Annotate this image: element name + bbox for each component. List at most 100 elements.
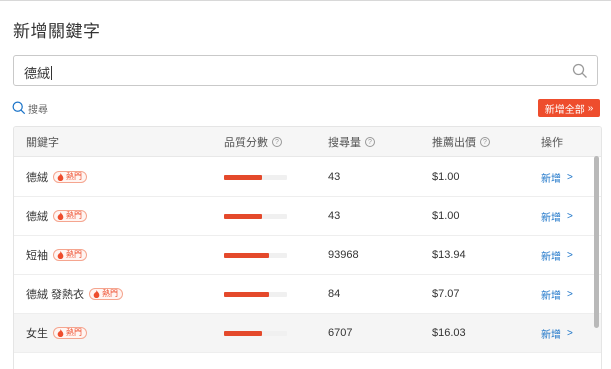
column-header-quality: 品質分數? — [224, 127, 282, 157]
volume-cell: 93968 — [328, 236, 359, 274]
volume-value: 43 — [328, 210, 341, 222]
add-all-button[interactable]: 新增全部» — [538, 99, 600, 117]
add-link-label: 新增 — [541, 212, 561, 224]
add-keyword-link[interactable]: 新增 > — [541, 314, 573, 352]
volume-value: 93968 — [328, 249, 359, 261]
bid-value: $7.07 — [432, 288, 460, 300]
table-row: 短袖 熱門 93968 $13.94 新增 > — [14, 236, 601, 275]
quality-score-fill — [224, 253, 269, 258]
bid-cell: $16.03 — [432, 314, 466, 352]
volume-cell: 84 — [328, 275, 340, 313]
column-header-keyword: 關鍵字 — [26, 127, 59, 157]
keyword-text: 短袖 — [26, 250, 48, 262]
add-keyword-link[interactable]: 新增 > — [541, 158, 573, 196]
table-header: 關鍵字 品質分數? 搜尋量? 推薦出價? 操作 — [14, 127, 601, 157]
quality-score-fill — [224, 292, 269, 297]
double-chevron-right-icon: » — [587, 102, 594, 114]
text-caret — [51, 66, 53, 80]
column-header-volume-label: 搜尋量 — [328, 137, 361, 149]
hot-badge-label: 熱門 — [66, 250, 82, 259]
table-row: 女生 熱門 6707 $16.03 新增 > — [14, 314, 601, 353]
volume-value: 84 — [328, 288, 341, 300]
quality-score-fill — [224, 175, 262, 180]
hot-badge-label: 熱門 — [102, 289, 119, 298]
add-link-label: 新增 — [541, 251, 561, 263]
hot-badge-label: 熱門 — [66, 172, 82, 181]
bid-value: $13.94 — [432, 249, 466, 261]
bid-cell: $13.94 — [432, 236, 466, 274]
add-keyword-link[interactable]: 新增 > — [541, 275, 573, 313]
keyword-cell: 德絨 發熱衣 熱門 — [26, 275, 124, 313]
search-link-label: 搜尋 — [28, 104, 48, 116]
quality-score-bar — [224, 331, 287, 336]
search-link[interactable]: 搜尋 — [12, 100, 48, 116]
help-circle-icon[interactable]: ? — [365, 137, 375, 147]
hot-badge: 熱門 — [53, 210, 87, 222]
top-divider — [0, 0, 611, 1]
add-keyword-link[interactable]: 新增 > — [541, 197, 573, 235]
flame-icon — [93, 290, 100, 298]
keyword-text: 德絨 發熱衣 — [26, 289, 85, 301]
volume-value: 6707 — [328, 327, 353, 339]
add-keyword-link[interactable]: 新增 > — [541, 236, 573, 274]
help-circle-icon[interactable]: ? — [480, 137, 490, 147]
quality-score-bar — [224, 175, 287, 180]
keyword-cell: 德絨 熱門 — [26, 158, 87, 196]
keyword-cell: 德絨 熱門 — [26, 197, 87, 235]
add-link-label: 新增 — [541, 173, 561, 185]
scrollbar-thumb[interactable] — [594, 156, 599, 328]
search-input-value: 德絨 — [24, 66, 51, 81]
hot-badge: 熱門 — [53, 249, 87, 261]
keyword-text: 女生 — [26, 328, 48, 340]
column-header-bid-label: 推薦出價 — [432, 137, 476, 149]
flame-icon — [57, 212, 64, 220]
column-header-action: 操作 — [541, 127, 563, 157]
quality-score-fill — [224, 214, 262, 219]
table-row: 德絨 發熱衣 熱門 84 $7.07 新增 > — [14, 275, 601, 314]
volume-cell: 43 — [328, 197, 340, 235]
bid-value: $16.03 — [432, 327, 466, 339]
bid-cell: $1.00 — [432, 197, 460, 235]
hot-badge-label: 熱門 — [66, 328, 82, 337]
column-header-quality-label: 品質分數 — [224, 137, 268, 149]
volume-value: 43 — [328, 171, 341, 183]
flame-icon — [57, 251, 64, 259]
column-header-bid: 推薦出價? — [432, 127, 490, 157]
flame-icon — [57, 173, 64, 181]
chevron-right-icon: > — [567, 210, 573, 222]
search-icon — [12, 101, 26, 115]
dialog-title: 新增關鍵字 — [13, 22, 101, 41]
quality-score-bar — [224, 292, 287, 297]
add-link-label: 新增 — [541, 329, 561, 341]
chevron-right-icon: > — [567, 327, 573, 339]
quality-score-bar — [224, 214, 287, 219]
bid-value: $1.00 — [432, 210, 460, 222]
quality-score-bar — [224, 253, 287, 258]
add-all-label: 新增全部 — [544, 104, 585, 116]
flame-icon — [57, 329, 64, 337]
keyword-table: 關鍵字 品質分數? 搜尋量? 推薦出價? 操作 德絨 熱門 43 $1.00 新增 > 德絨… — [13, 126, 602, 369]
help-circle-icon[interactable]: ? — [272, 137, 282, 147]
quality-score-fill — [224, 331, 262, 336]
chevron-right-icon: > — [567, 171, 573, 183]
bid-value: $1.00 — [432, 171, 460, 183]
volume-cell: 6707 — [328, 314, 352, 352]
keyword-search-input[interactable]: 德絨 — [13, 55, 598, 86]
keyword-cell: 短袖 熱門 — [26, 236, 87, 274]
keyword-text: 德絨 — [26, 211, 48, 223]
column-header-action-label: 操作 — [541, 137, 563, 149]
volume-cell: 43 — [328, 158, 340, 196]
bid-cell: $1.00 — [432, 158, 460, 196]
table-row: 德絨 熱門 43 $1.00 新增 > — [14, 158, 601, 197]
keyword-cell: 女生 熱門 — [26, 314, 87, 352]
add-link-label: 新增 — [541, 290, 561, 302]
bid-cell: $7.07 — [432, 275, 460, 313]
keyword-text: 德絨 — [26, 172, 48, 184]
chevron-right-icon: > — [567, 249, 573, 261]
hot-badge: 熱門 — [53, 327, 87, 339]
column-header-volume: 搜尋量? — [328, 127, 375, 157]
hot-badge: 熱門 — [53, 171, 87, 183]
search-icon[interactable] — [572, 63, 588, 79]
column-header-keyword-label: 關鍵字 — [26, 137, 59, 149]
table-row: 德絨 熱門 43 $1.00 新增 > — [14, 197, 601, 236]
